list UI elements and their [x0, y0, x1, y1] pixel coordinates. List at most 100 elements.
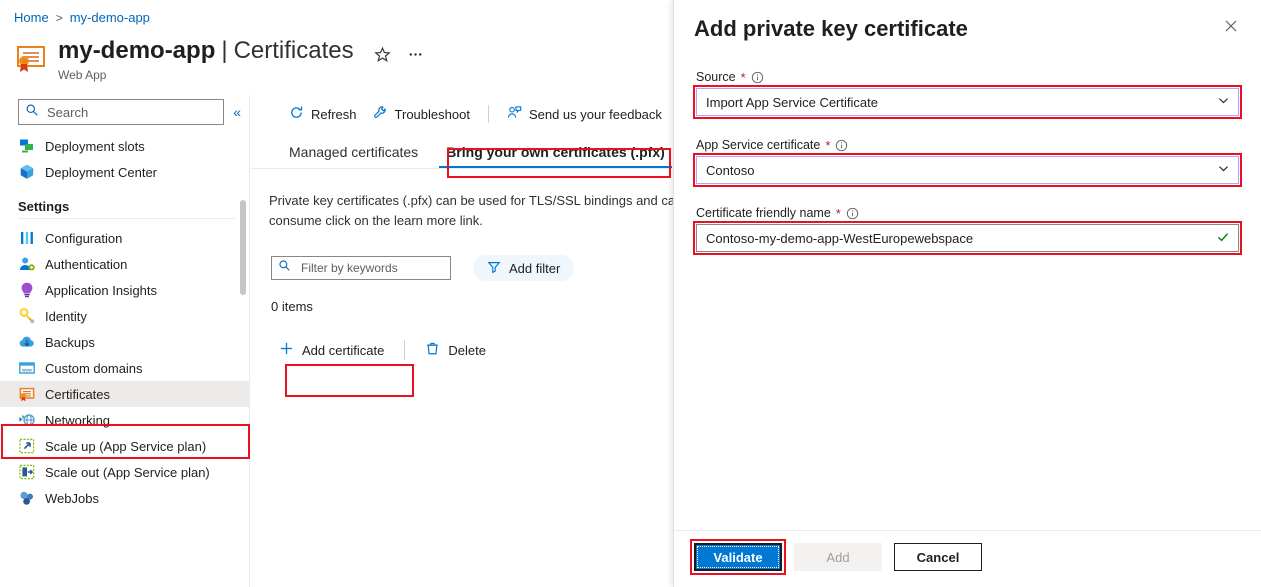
add-filter-button[interactable]: Add filter [473, 255, 574, 281]
breadcrumb-separator-icon: > [56, 11, 63, 25]
certificate-friendly-name-label-row: Certificate friendly name * [696, 206, 1239, 220]
sidebar-item-label: Custom domains [45, 361, 143, 376]
sidebar-item-deployment-center[interactable]: Deployment Center [0, 159, 249, 185]
sidebar-item-scale-out[interactable]: Scale out (App Service plan) [0, 459, 249, 485]
sidebar-item-label: Backups [45, 335, 95, 350]
tab-bring-your-own-certificates[interactable]: Bring your own certificates (.pfx) [432, 138, 679, 168]
sidebar-item-authentication[interactable]: Authentication [0, 251, 249, 277]
filter-input[interactable] [299, 260, 450, 276]
search-icon [278, 259, 291, 277]
sidebar-item-identity[interactable]: Identity [0, 303, 249, 329]
info-icon[interactable] [846, 207, 859, 220]
breadcrumb-home[interactable]: Home [14, 10, 49, 25]
app-service-certificate-dropdown[interactable]: Contoso [696, 156, 1239, 184]
panel-header: Add private key certificate [674, 0, 1261, 44]
feedback-label: Send us your feedback [529, 107, 662, 122]
source-label-row: Source * [696, 70, 1239, 84]
chevron-down-icon [1217, 162, 1230, 178]
certificate-friendly-name-input-wrapper[interactable]: Contoso-my-demo-app-WestEuropewebspace [696, 224, 1239, 252]
wrench-icon [373, 105, 388, 123]
sidebar-item-label: Authentication [45, 257, 127, 272]
breadcrumb: Home > my-demo-app [14, 10, 150, 25]
add-private-key-certificate-panel: Add private key certificate Source * [673, 0, 1261, 587]
sidebar-item-networking[interactable]: Networking [0, 407, 249, 433]
sidebar-item-certificates[interactable]: Certificates [0, 381, 249, 407]
certificate-friendly-name-label: Certificate friendly name [696, 206, 831, 220]
delete-label: Delete [448, 343, 486, 358]
info-icon[interactable] [835, 139, 848, 152]
refresh-button[interactable]: Refresh [281, 101, 365, 127]
delete-button[interactable]: Delete [417, 336, 494, 364]
star-icon[interactable] [374, 46, 391, 63]
resource-menu-sidebar: « Deployment slots [0, 95, 250, 587]
sidebar-item-application-insights[interactable]: Application Insights [0, 277, 249, 303]
identity-key-icon [18, 307, 36, 325]
app-service-certificate-value: Contoso [706, 163, 1217, 178]
search-input-wrapper[interactable] [18, 99, 224, 125]
networking-icon [18, 411, 36, 429]
sidebar-item-webjobs[interactable]: WebJobs [0, 485, 249, 511]
troubleshoot-button[interactable]: Troubleshoot [365, 101, 478, 127]
trash-icon [425, 341, 440, 359]
cancel-button[interactable]: Cancel [894, 543, 982, 571]
certificate-icon [18, 385, 36, 403]
source-value: Import App Service Certificate [706, 95, 1217, 110]
chevron-down-icon [1217, 94, 1230, 110]
sidebar-item-label: Deployment slots [45, 139, 145, 154]
custom-domains-icon: www [18, 359, 36, 377]
panel-title: Add private key certificate [694, 14, 968, 44]
page-title: my-demo-app| Certificates [58, 36, 354, 66]
authentication-icon [18, 255, 36, 273]
webjobs-icon [18, 489, 36, 507]
source-label: Source [696, 70, 736, 84]
filter-input-wrapper[interactable] [271, 256, 451, 280]
required-asterisk: * [825, 139, 830, 152]
panel-footer: Validate Add Cancel [674, 530, 1261, 587]
ellipsis-icon[interactable] [407, 46, 424, 63]
certificate-friendly-name-value: Contoso-my-demo-app-WestEuropewebspace [706, 231, 1216, 246]
app-service-certificate-label-row: App Service certificate * [696, 138, 1239, 152]
sidebar-group-title: Settings [0, 185, 249, 218]
sidebar-item-label: Application Insights [45, 283, 157, 298]
search-input[interactable] [45, 104, 223, 121]
sidebar-item-label: Networking [45, 413, 110, 428]
scale-out-icon [18, 463, 36, 481]
source-dropdown[interactable]: Import App Service Certificate [696, 88, 1239, 116]
info-icon[interactable] [751, 71, 764, 84]
page-title-section: Certificates [234, 37, 354, 64]
page-title-resource: my-demo-app [58, 37, 215, 64]
close-icon[interactable] [1219, 14, 1243, 42]
sidebar-item-scale-up[interactable]: Scale up (App Service plan) [0, 433, 249, 459]
validate-button[interactable]: Validate [694, 543, 782, 571]
sidebar-scrollbar[interactable] [240, 200, 246, 295]
page-title-divider: | [221, 37, 227, 64]
sidebar-item-custom-domains[interactable]: www Custom domains [0, 355, 249, 381]
sidebar-item-backups[interactable]: Backups [0, 329, 249, 355]
page-header: my-demo-app| Certificates Web App [14, 36, 424, 82]
sidebar-item-deployment-slots[interactable]: Deployment slots [0, 133, 249, 159]
deployment-center-icon [18, 163, 36, 181]
collapse-menu-button[interactable]: « [233, 105, 241, 119]
tab-managed-certificates[interactable]: Managed certificates [275, 138, 432, 168]
sidebar-item-label: Deployment Center [45, 165, 157, 180]
application-insights-icon [18, 281, 36, 299]
sidebar-item-configuration[interactable]: Configuration [0, 225, 249, 251]
certificate-icon [14, 41, 48, 75]
sidebar-item-label: Scale up (App Service plan) [45, 439, 206, 454]
scale-up-icon [18, 437, 36, 455]
troubleshoot-label: Troubleshoot [395, 107, 470, 122]
sidebar-nav: Deployment slots Deployment Center Setti… [0, 133, 249, 511]
certificate-friendly-name-field: Certificate friendly name * Contoso-my-d… [696, 206, 1239, 252]
sidebar-item-label: Certificates [45, 387, 110, 402]
sidebar-item-label: Identity [45, 309, 87, 324]
certificate-friendly-name-control: Contoso-my-demo-app-WestEuropewebspace [696, 224, 1239, 252]
app-service-certificate-control: Contoso [696, 156, 1239, 184]
source-field: Source * Import App Service Certificate [696, 70, 1239, 116]
add-certificate-button[interactable]: Add certificate [271, 336, 392, 364]
page-subtitle: Web App [58, 68, 354, 82]
breadcrumb-current[interactable]: my-demo-app [70, 10, 150, 25]
sidebar-item-label: Scale out (App Service plan) [45, 465, 210, 480]
search-icon [25, 103, 39, 122]
page-title-block: my-demo-app| Certificates Web App [58, 36, 354, 82]
send-feedback-button[interactable]: Send us your feedback [499, 101, 670, 127]
